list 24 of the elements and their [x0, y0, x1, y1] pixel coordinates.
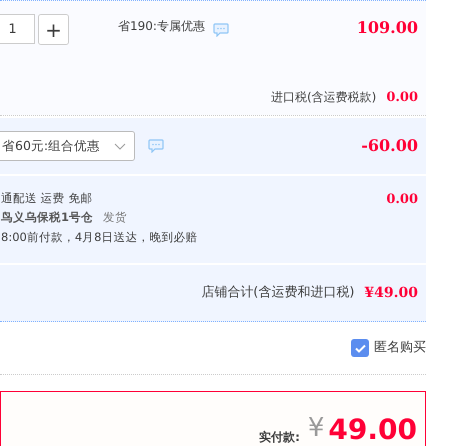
- discount-dropdown[interactable]: 省60元:组合优惠: [0, 131, 135, 161]
- warehouse-name: 鸟义乌保税1号仓: [1, 209, 94, 226]
- shop-total-amount: ¥49.00: [364, 284, 418, 302]
- anonymous-checkbox[interactable]: [351, 339, 369, 357]
- promo-text: 省190:专属优惠: [118, 18, 205, 35]
- anonymous-label: 匿名购买: [374, 339, 426, 358]
- chevron-down-icon: [114, 142, 126, 150]
- currency-symbol: ¥: [308, 415, 324, 441]
- item-price: 109.00: [356, 17, 418, 39]
- pay-label: 实付款:: [259, 429, 300, 446]
- shipping-method: 通配送 运费 免邮: [1, 190, 94, 207]
- pay-amount: 49.00: [328, 416, 417, 444]
- ship-label: 发货: [103, 209, 128, 226]
- tax-label: 进口税(含运费税款): [270, 89, 376, 106]
- plus-button[interactable]: +: [38, 14, 69, 45]
- quantity-field[interactable]: 1: [0, 14, 35, 44]
- combo-discount-amount: -60.00: [361, 135, 418, 157]
- comment-icon[interactable]: [148, 139, 164, 153]
- shipping-fee: 0.00: [386, 191, 418, 209]
- check-icon: [354, 344, 366, 352]
- comment-icon[interactable]: [212, 23, 229, 37]
- shop-total-label: 店铺合计(含运费和进口税): [201, 284, 354, 302]
- delivery-promise: 8:00前付款，4月8日送达，晚到必赔: [1, 228, 198, 246]
- tax-amount: 0.00: [386, 88, 418, 106]
